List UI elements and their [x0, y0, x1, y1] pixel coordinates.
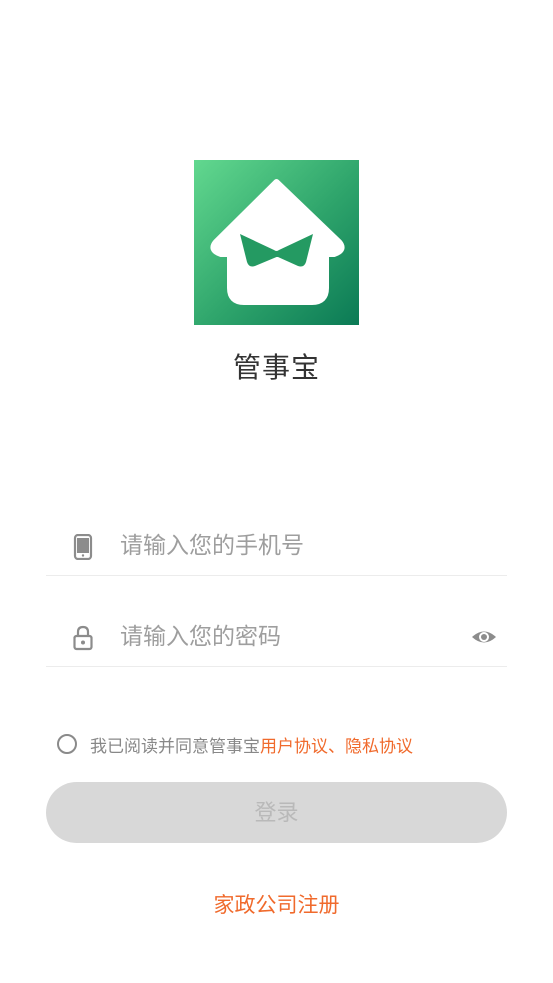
eye-icon[interactable] [471, 625, 497, 649]
lock-icon [73, 625, 93, 651]
app-logo [194, 160, 359, 325]
agreement-row: 我已阅读并同意管事宝 用户协议、隐私协议 [57, 731, 413, 757]
login-button[interactable]: 登录 [46, 782, 507, 843]
phone-input[interactable] [120, 525, 460, 567]
house-bowtie-logo-icon [210, 179, 345, 305]
agreement-separator: 、 [328, 736, 345, 757]
user-agreement-link[interactable]: 用户协议 [260, 732, 328, 757]
privacy-agreement-link[interactable]: 隐私协议 [345, 732, 413, 757]
smartphone-icon [73, 534, 93, 560]
password-input[interactable] [120, 616, 460, 658]
password-field[interactable] [46, 608, 507, 667]
app-name: 管事宝 [232, 351, 320, 384]
phone-field[interactable] [46, 517, 507, 576]
company-register-link[interactable]: 家政公司注册 [0, 889, 553, 919]
agreement-text: 我已阅读并同意管事宝 [90, 736, 260, 757]
agreement-checkbox[interactable] [57, 734, 77, 754]
